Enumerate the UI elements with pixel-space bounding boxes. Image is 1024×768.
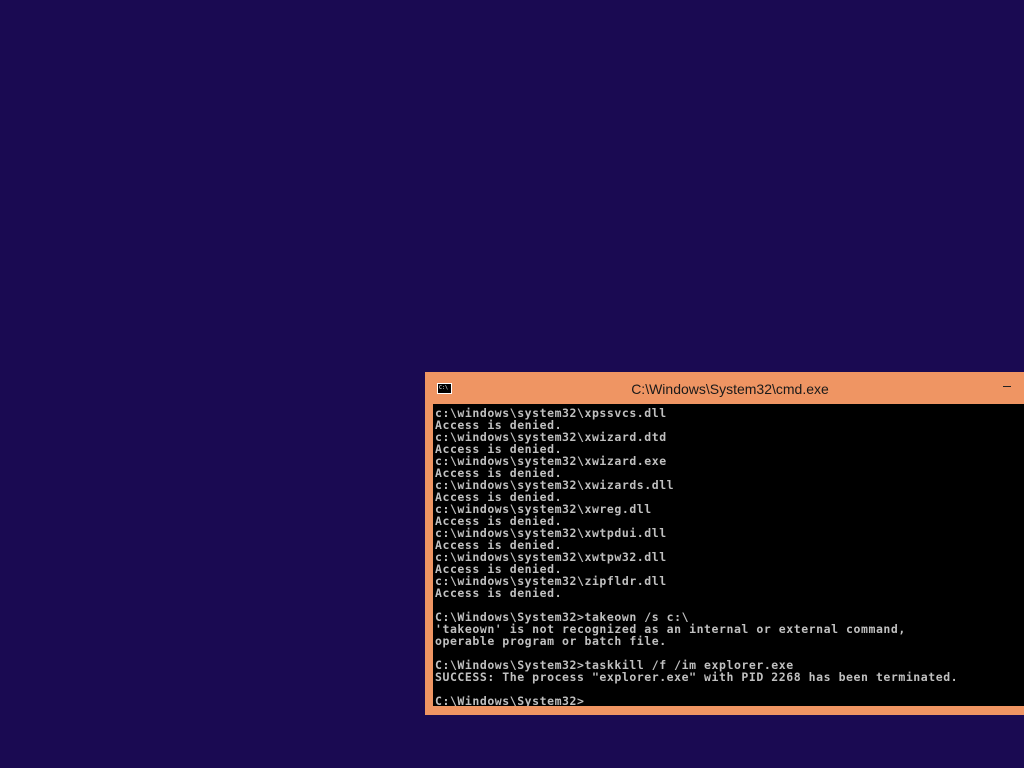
- console-output[interactable]: c:\windows\system32\xpssvcs.dll Access is…: [433, 404, 1024, 706]
- console-line: Access is denied.: [435, 586, 563, 600]
- console-lines: c:\windows\system32\xpssvcs.dll Access is…: [433, 404, 1024, 706]
- minimize-icon: [1003, 386, 1011, 387]
- console-line: C:\Windows\System32>: [435, 694, 585, 706]
- console-line: operable program or batch file.: [435, 634, 667, 648]
- minimize-button[interactable]: [1000, 378, 1016, 394]
- title-bar[interactable]: C:\ C:\Windows\System32\cmd.exe: [425, 372, 1024, 404]
- console-line: SUCCESS: The process "explorer.exe" with…: [435, 670, 959, 684]
- desktop: C:\ C:\Windows\System32\cmd.exe c:\windo…: [0, 0, 1024, 768]
- window-title: C:\Windows\System32\cmd.exe: [631, 381, 829, 397]
- cmd-window[interactable]: C:\ C:\Windows\System32\cmd.exe c:\windo…: [425, 372, 1024, 715]
